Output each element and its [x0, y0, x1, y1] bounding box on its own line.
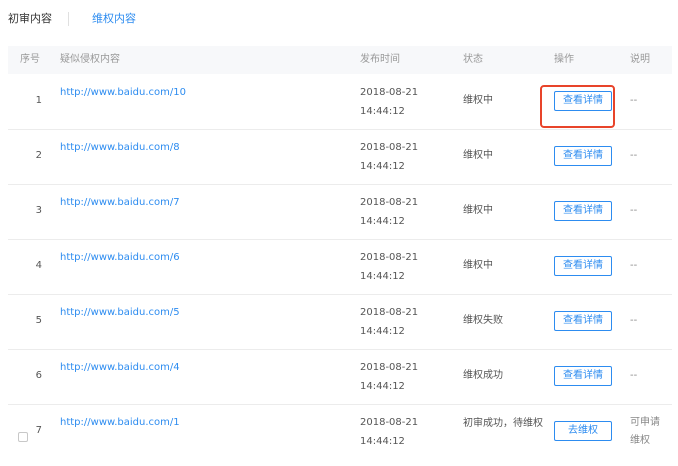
view-details-button[interactable]: 查看详情: [554, 201, 612, 221]
status-text: 维权失败: [463, 315, 503, 326]
table-row: 4 http://www.baidu.com/6 2018-08-21 14:44…: [8, 239, 672, 295]
note-text: --: [630, 205, 638, 216]
table-row: 7 http://www.baidu.com/1 2018-08-21 14:44…: [8, 404, 672, 459]
publish-date: 2018-08-21: [360, 197, 419, 208]
content-link[interactable]: http://www.baidu.com/5: [60, 303, 180, 323]
status-text: 维权中: [463, 95, 493, 106]
status-text: 维权中: [463, 205, 493, 216]
publish-time: 2018-08-21 14:44:12: [360, 138, 418, 176]
publish-date: 2018-08-21: [360, 142, 419, 153]
table-header: 序号 疑似侵权内容 发布时间 状态 操作 说明: [8, 46, 672, 74]
tab-initial-review[interactable]: 初审内容: [8, 12, 52, 26]
publish-date: 2018-08-21: [360, 307, 419, 318]
publish-time: 2018-08-21 14:44:12: [360, 193, 418, 231]
publish-clock: 14:44:12: [360, 271, 405, 282]
publish-clock: 14:44:12: [360, 106, 405, 117]
publish-time: 2018-08-21 14:44:12: [360, 248, 418, 286]
publish-time: 2018-08-21 14:44:12: [360, 303, 418, 341]
tab-bar: 初审内容 维权内容: [0, 0, 678, 40]
status-text: 维权成功: [463, 370, 503, 381]
column-header-content: 疑似侵权内容: [60, 54, 120, 65]
note-text: --: [630, 315, 638, 326]
row-index: 5: [35, 315, 42, 326]
publish-clock: 14:44:12: [360, 381, 405, 392]
content-link[interactable]: http://www.baidu.com/4: [60, 358, 180, 378]
note-text: --: [630, 95, 638, 106]
table-row: 5 http://www.baidu.com/5 2018-08-21 14:44…: [8, 294, 672, 350]
note-text: --: [630, 260, 638, 271]
publish-clock: 14:44:12: [360, 436, 405, 447]
table-row: 2 http://www.baidu.com/8 2018-08-21 14:44…: [8, 129, 672, 185]
publish-time: 2018-08-21 14:44:12: [360, 83, 418, 121]
publish-time: 2018-08-21 14:44:12: [360, 413, 418, 451]
row-index: 1: [35, 95, 42, 106]
view-details-button[interactable]: 查看详情: [554, 366, 612, 386]
content-link[interactable]: http://www.baidu.com/6: [60, 248, 180, 268]
row-index: 4: [35, 260, 42, 271]
view-details-button[interactable]: 查看详情: [554, 256, 612, 276]
tab-divider: [68, 12, 69, 26]
publish-date: 2018-08-21: [360, 252, 419, 263]
go-protect-rights-button[interactable]: 去维权: [554, 421, 612, 441]
column-header-index: 序号: [20, 54, 40, 65]
publish-date: 2018-08-21: [360, 362, 419, 373]
content-link[interactable]: http://www.baidu.com/7: [60, 193, 180, 213]
content-link[interactable]: http://www.baidu.com/8: [60, 138, 180, 158]
status-text: 维权中: [463, 150, 493, 161]
table-row: 3 http://www.baidu.com/7 2018-08-21 14:44…: [8, 184, 672, 240]
status-text: 初审成功，待维权: [463, 418, 543, 429]
row-index: 6: [35, 370, 42, 381]
row-index: 2: [35, 150, 42, 161]
row-checkbox[interactable]: [18, 432, 28, 442]
view-details-button[interactable]: 查看详情: [554, 311, 612, 331]
publish-clock: 14:44:12: [360, 216, 405, 227]
publish-date: 2018-08-21: [360, 87, 419, 98]
note-text: --: [630, 150, 638, 161]
column-header-note: 说明: [630, 54, 650, 65]
publish-time: 2018-08-21 14:44:12: [360, 358, 418, 396]
highlight-box: [540, 85, 615, 128]
row-index: 3: [35, 205, 42, 216]
content-link[interactable]: http://www.baidu.com/10: [60, 83, 186, 103]
column-header-status: 状态: [463, 54, 483, 65]
publish-clock: 14:44:12: [360, 326, 405, 337]
table-row: 6 http://www.baidu.com/4 2018-08-21 14:44…: [8, 349, 672, 405]
publish-date: 2018-08-21: [360, 417, 419, 428]
column-header-action: 操作: [554, 54, 574, 65]
tab-rights-protection[interactable]: 维权内容: [92, 12, 136, 26]
content-link[interactable]: http://www.baidu.com/1: [60, 413, 180, 433]
column-header-publish-time: 发布时间: [360, 54, 400, 65]
publish-clock: 14:44:12: [360, 161, 405, 172]
view-details-button[interactable]: 查看详情: [554, 146, 612, 166]
note-text: --: [630, 370, 638, 381]
status-text: 维权中: [463, 260, 493, 271]
note-text: 可申请维权: [630, 417, 660, 446]
